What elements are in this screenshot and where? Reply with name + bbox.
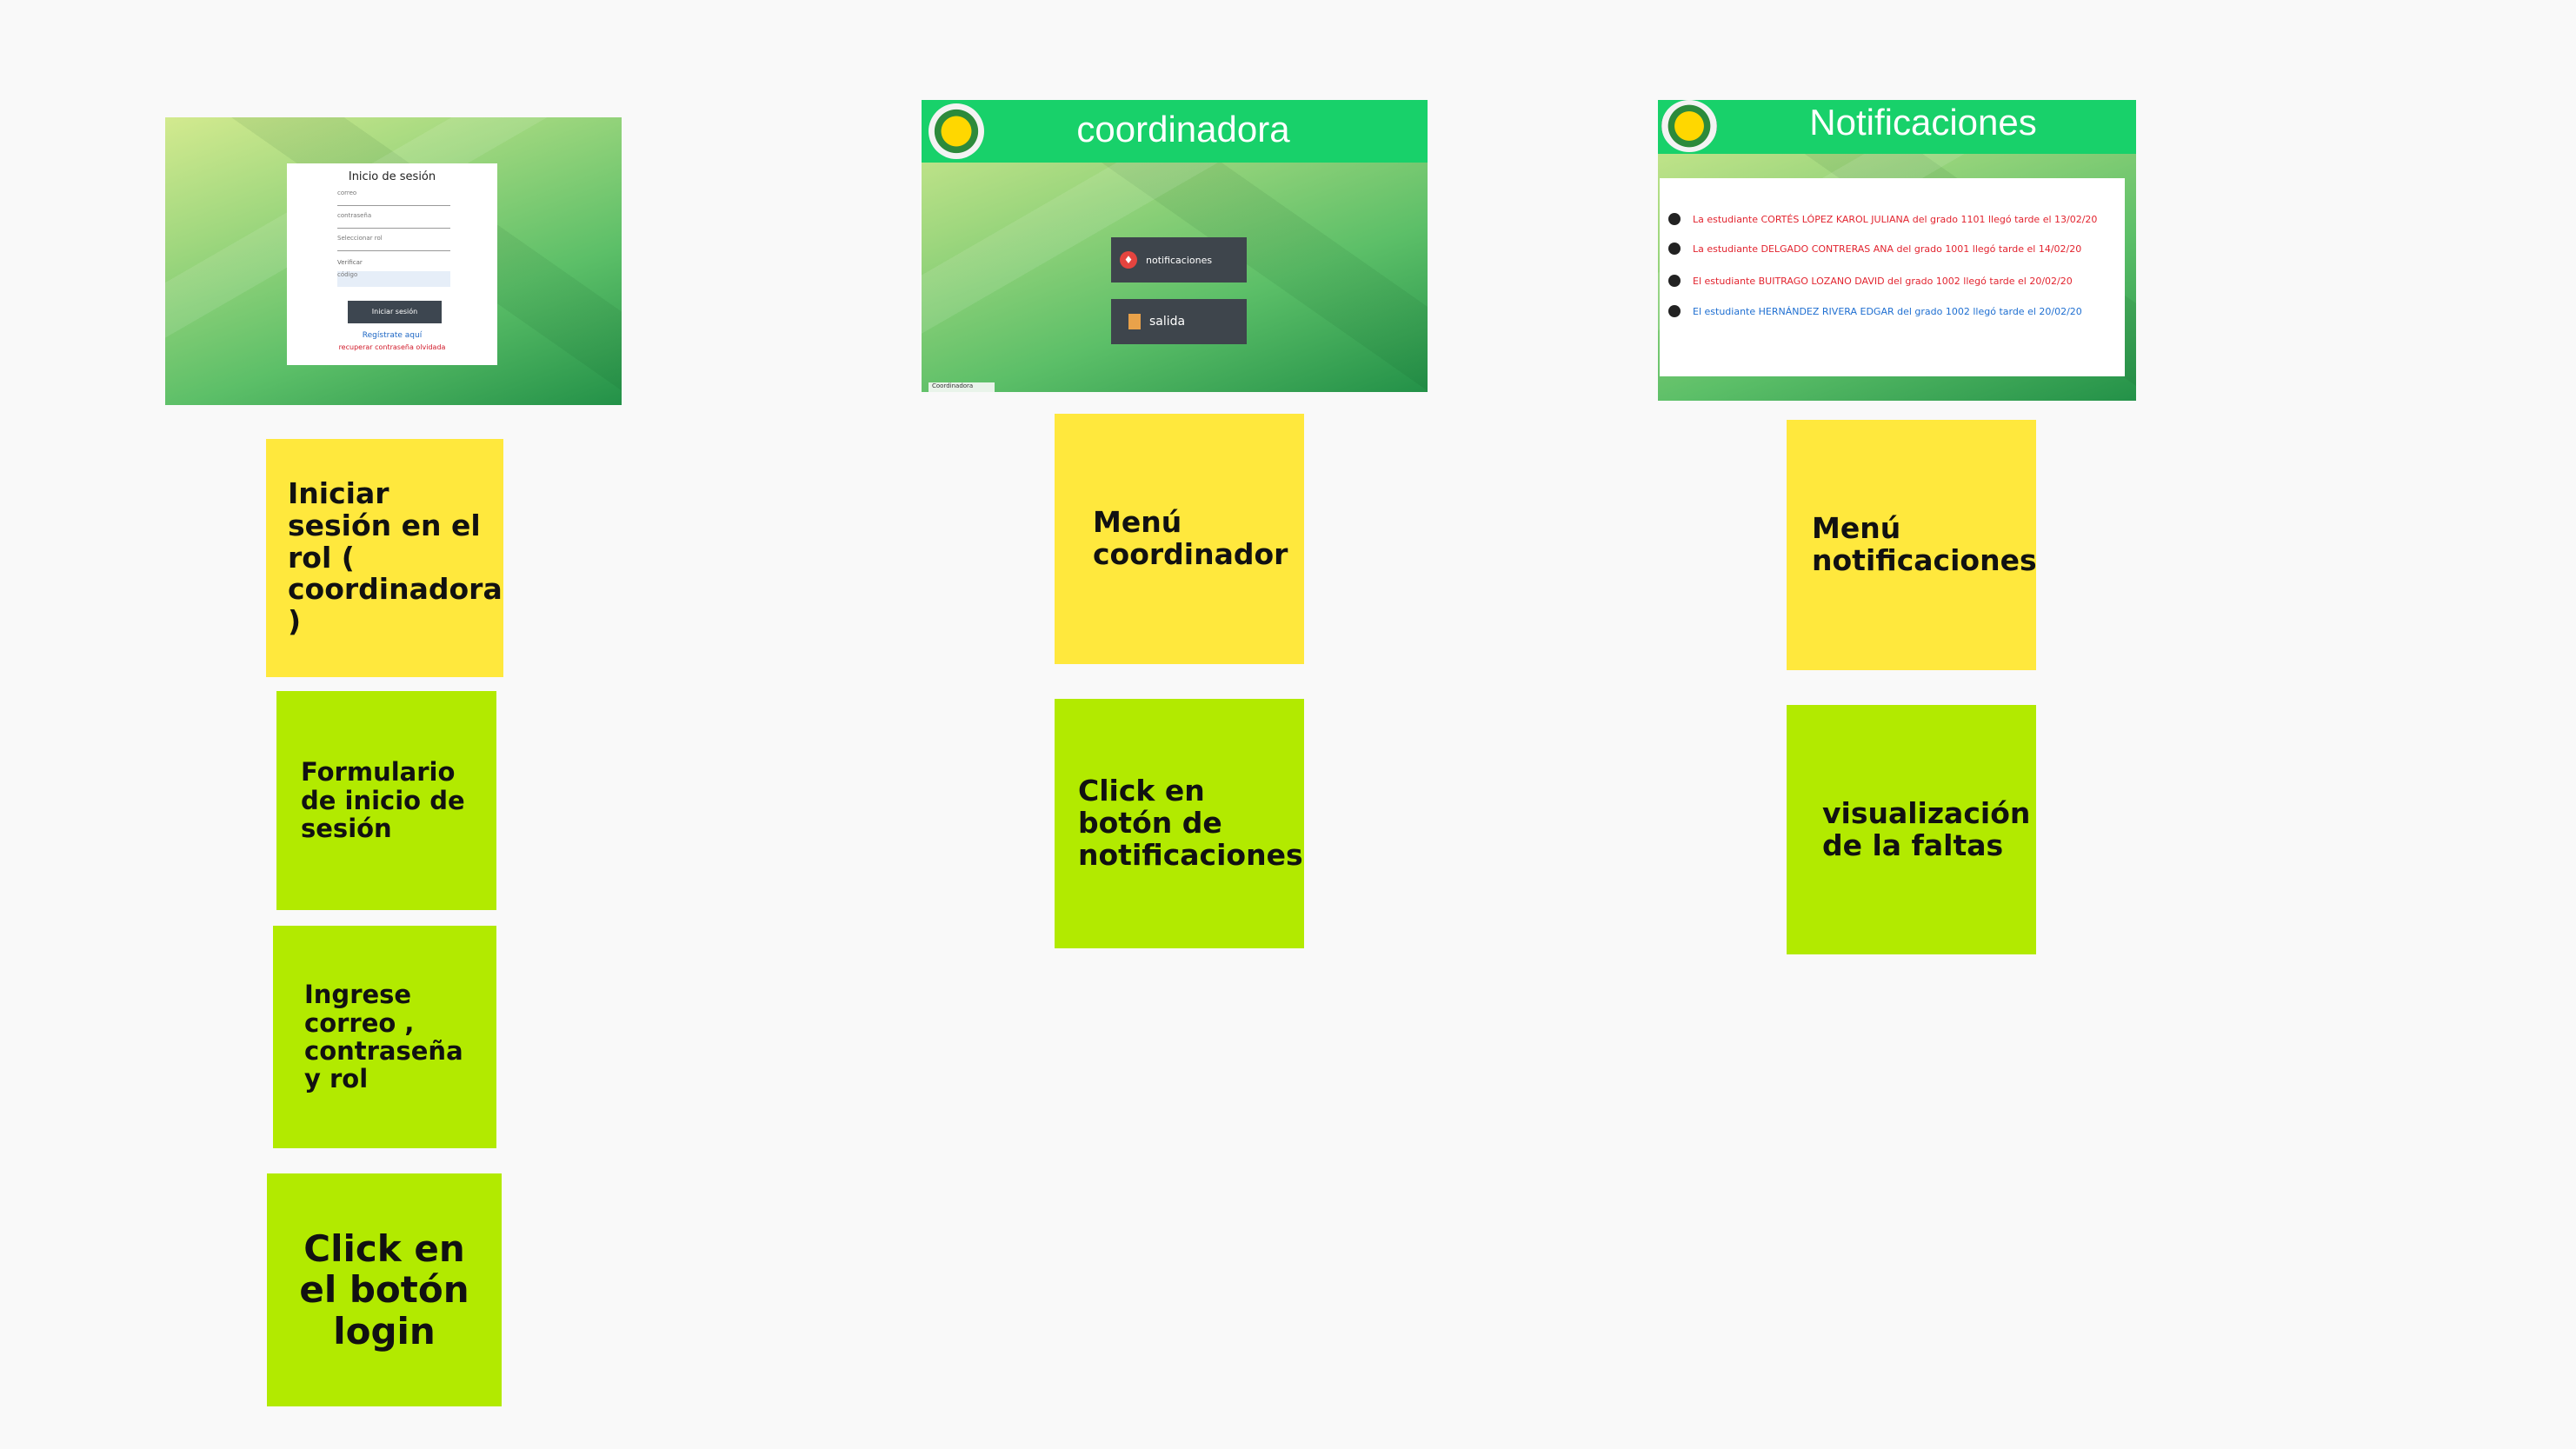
notification-text: El estudiante BUITRAGO LOZANO DAVID del … <box>1693 275 2073 287</box>
notifications-menu-button[interactable]: ♦ notificaciones <box>1111 237 1247 282</box>
note-enter-credentials: Ingrese correo , contraseña y rol <box>273 926 496 1148</box>
notifications-menu-label: notificaciones <box>1146 254 1213 266</box>
note-text: Click en botón de notificaciones <box>1078 774 1303 872</box>
coordinator-footer-tag: Coordinadora <box>929 382 995 392</box>
note-click-login: Click en el botón login <box>267 1173 502 1406</box>
login-screenshot: Inicio de sesión correo contraseña Selec… <box>165 117 622 405</box>
role-select[interactable]: Seleccionar rol <box>337 235 450 251</box>
bullet-icon <box>1668 213 1681 225</box>
login-card: Inicio de sesión correo contraseña Selec… <box>287 163 497 365</box>
notifications-panel: La estudiante CORTÉS LÓPEZ KAROL JULIANA… <box>1660 178 2125 376</box>
note-text: visualización de la faltas <box>1822 795 2031 862</box>
note-text: Formulario de inicio de sesión <box>301 757 465 844</box>
notification-item[interactable]: La estudiante CORTÉS LÓPEZ KAROL JULIANA… <box>1668 210 2097 228</box>
login-title: Inicio de sesión <box>348 170 436 183</box>
note-coordinator-menu: Menú coordinador <box>1055 414 1304 664</box>
note-text: Menú notificaciones <box>1812 511 2037 577</box>
recover-password-link[interactable]: recuperar contraseña olvidada <box>287 343 497 351</box>
note-text: Ingrese correo , contraseña y rol <box>304 980 463 1094</box>
door-icon <box>1128 314 1141 329</box>
coordinator-title: coordinadora <box>1076 109 1290 150</box>
password-field[interactable]: contraseña <box>337 212 450 229</box>
email-field[interactable]: correo <box>337 189 450 206</box>
register-link[interactable]: Regístrate aquí <box>287 331 497 340</box>
bell-icon: ♦ <box>1120 251 1137 269</box>
note-text: Menú coordinador <box>1093 505 1288 571</box>
notification-text: La estudiante DELGADO CONTRERAS ANA del … <box>1693 243 2082 255</box>
exit-menu-label: salida <box>1149 315 1186 329</box>
code-field[interactable]: código <box>337 271 450 287</box>
coordinator-screenshot: coordinadora ♦ notificaciones salida Coo… <box>922 100 1428 392</box>
exit-menu-button[interactable]: salida <box>1111 299 1247 344</box>
login-button[interactable]: Iniciar sesión <box>348 301 442 323</box>
notifications-banner: Notificaciones <box>1658 100 2136 154</box>
notification-text: La estudiante CORTÉS LÓPEZ KAROL JULIANA… <box>1693 213 2098 225</box>
notification-item[interactable]: El estudiante BUITRAGO LOZANO DAVID del … <box>1668 272 2073 289</box>
note-login-role: Iniciar sesión en el rol ( coordinadora … <box>266 439 503 677</box>
bullet-icon <box>1668 305 1681 317</box>
note-click-notifications: Click en botón de notificaciones <box>1055 699 1304 948</box>
notifications-screenshot: Notificaciones La estudiante CORTÉS LÓPE… <box>1658 100 2136 401</box>
coordinator-banner: coordinadora <box>922 100 1428 163</box>
note-login-form: Formulario de inicio de sesión <box>276 691 496 910</box>
note-view-absences: visualización de la faltas <box>1787 705 2036 954</box>
notification-item[interactable]: El estudiante HERNÁNDEZ RIVERA EDGAR del… <box>1668 302 2082 320</box>
notification-item[interactable]: La estudiante DELGADO CONTRERAS ANA del … <box>1668 240 2081 257</box>
verify-label: Verificar <box>337 259 363 266</box>
notifications-title: Notificaciones <box>1809 102 2037 143</box>
bullet-icon <box>1668 275 1681 287</box>
note-notifications-menu: Menú notificaciones <box>1787 420 2037 670</box>
note-text: Click en el botón login <box>299 1227 469 1353</box>
note-text: Iniciar sesión en el rol ( coordinadora … <box>288 475 503 639</box>
notification-text: El estudiante HERNÁNDEZ RIVERA EDGAR del… <box>1693 305 2082 317</box>
bullet-icon <box>1668 243 1681 255</box>
